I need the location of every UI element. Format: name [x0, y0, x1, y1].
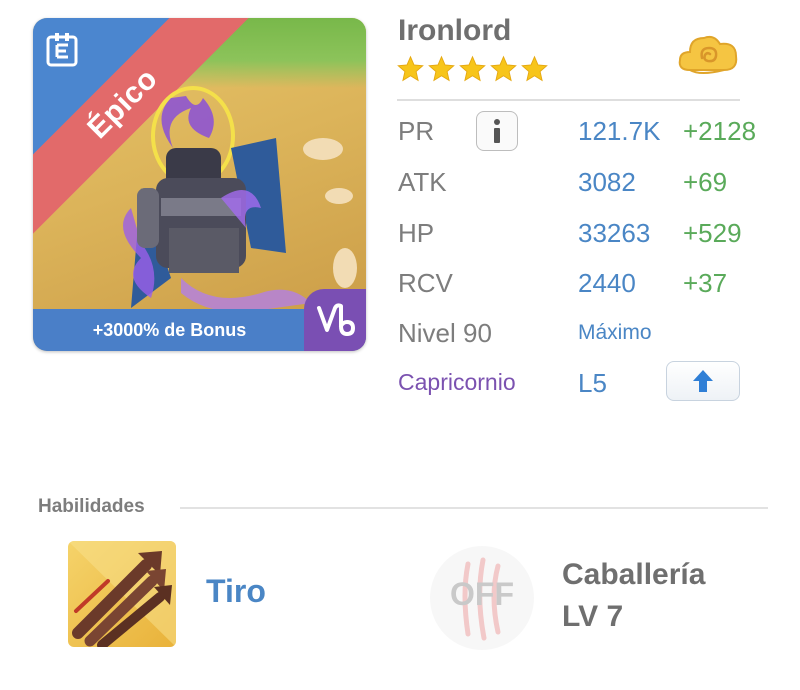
capricorn-icon — [304, 289, 366, 351]
rcv-bonus: +37 — [683, 268, 728, 298]
passive-skill-level: LV 7 — [562, 600, 624, 633]
hero-figure — [123, 86, 311, 312]
rcv-value: 2440 — [578, 268, 636, 298]
rcv-label: RCV — [398, 268, 453, 298]
level-label: Nivel 90 — [398, 318, 492, 348]
info-button[interactable] — [476, 111, 518, 151]
pr-value: 121.7K — [578, 116, 661, 146]
hero-card[interactable]: Épico +3000% de Bonus — [33, 18, 366, 351]
active-skill-name[interactable]: Tiro — [206, 573, 266, 610]
hp-bonus: +529 — [683, 218, 742, 248]
element-e-icon — [46, 33, 78, 67]
arrow-up-icon — [693, 370, 713, 392]
atk-label: ATK — [398, 167, 447, 197]
cloud-coin-icon[interactable] — [676, 30, 740, 80]
upgrade-button[interactable] — [666, 361, 740, 401]
star-icon — [428, 55, 455, 82]
skills-section-title: Habilidades — [38, 496, 145, 517]
bonus-label: +3000% de Bonus — [92, 319, 247, 340]
arrows-icon[interactable] — [68, 541, 176, 647]
hp-value: 33263 — [578, 218, 651, 248]
hero-name: Ironlord — [398, 14, 512, 47]
star-icon — [521, 55, 548, 82]
atk-value: 3082 — [578, 167, 636, 197]
zodiac-rank: L5 — [578, 368, 607, 398]
star-icon — [459, 55, 486, 82]
atk-bonus: +69 — [683, 167, 728, 197]
hp-label: HP — [398, 218, 435, 248]
info-icon — [494, 119, 500, 143]
level-max-label: Máximo — [578, 321, 652, 344]
divider — [397, 99, 740, 101]
star-icon — [397, 55, 424, 82]
zodiac-label: Capricornio — [398, 369, 516, 395]
section-divider — [180, 507, 768, 509]
passive-off-label: OFF — [450, 576, 514, 612]
passive-skill-name: Caballería — [562, 558, 706, 591]
pr-label: PR — [398, 116, 435, 146]
star-rating — [396, 55, 549, 83]
pr-bonus: +2128 — [683, 116, 757, 146]
star-icon — [490, 55, 517, 82]
